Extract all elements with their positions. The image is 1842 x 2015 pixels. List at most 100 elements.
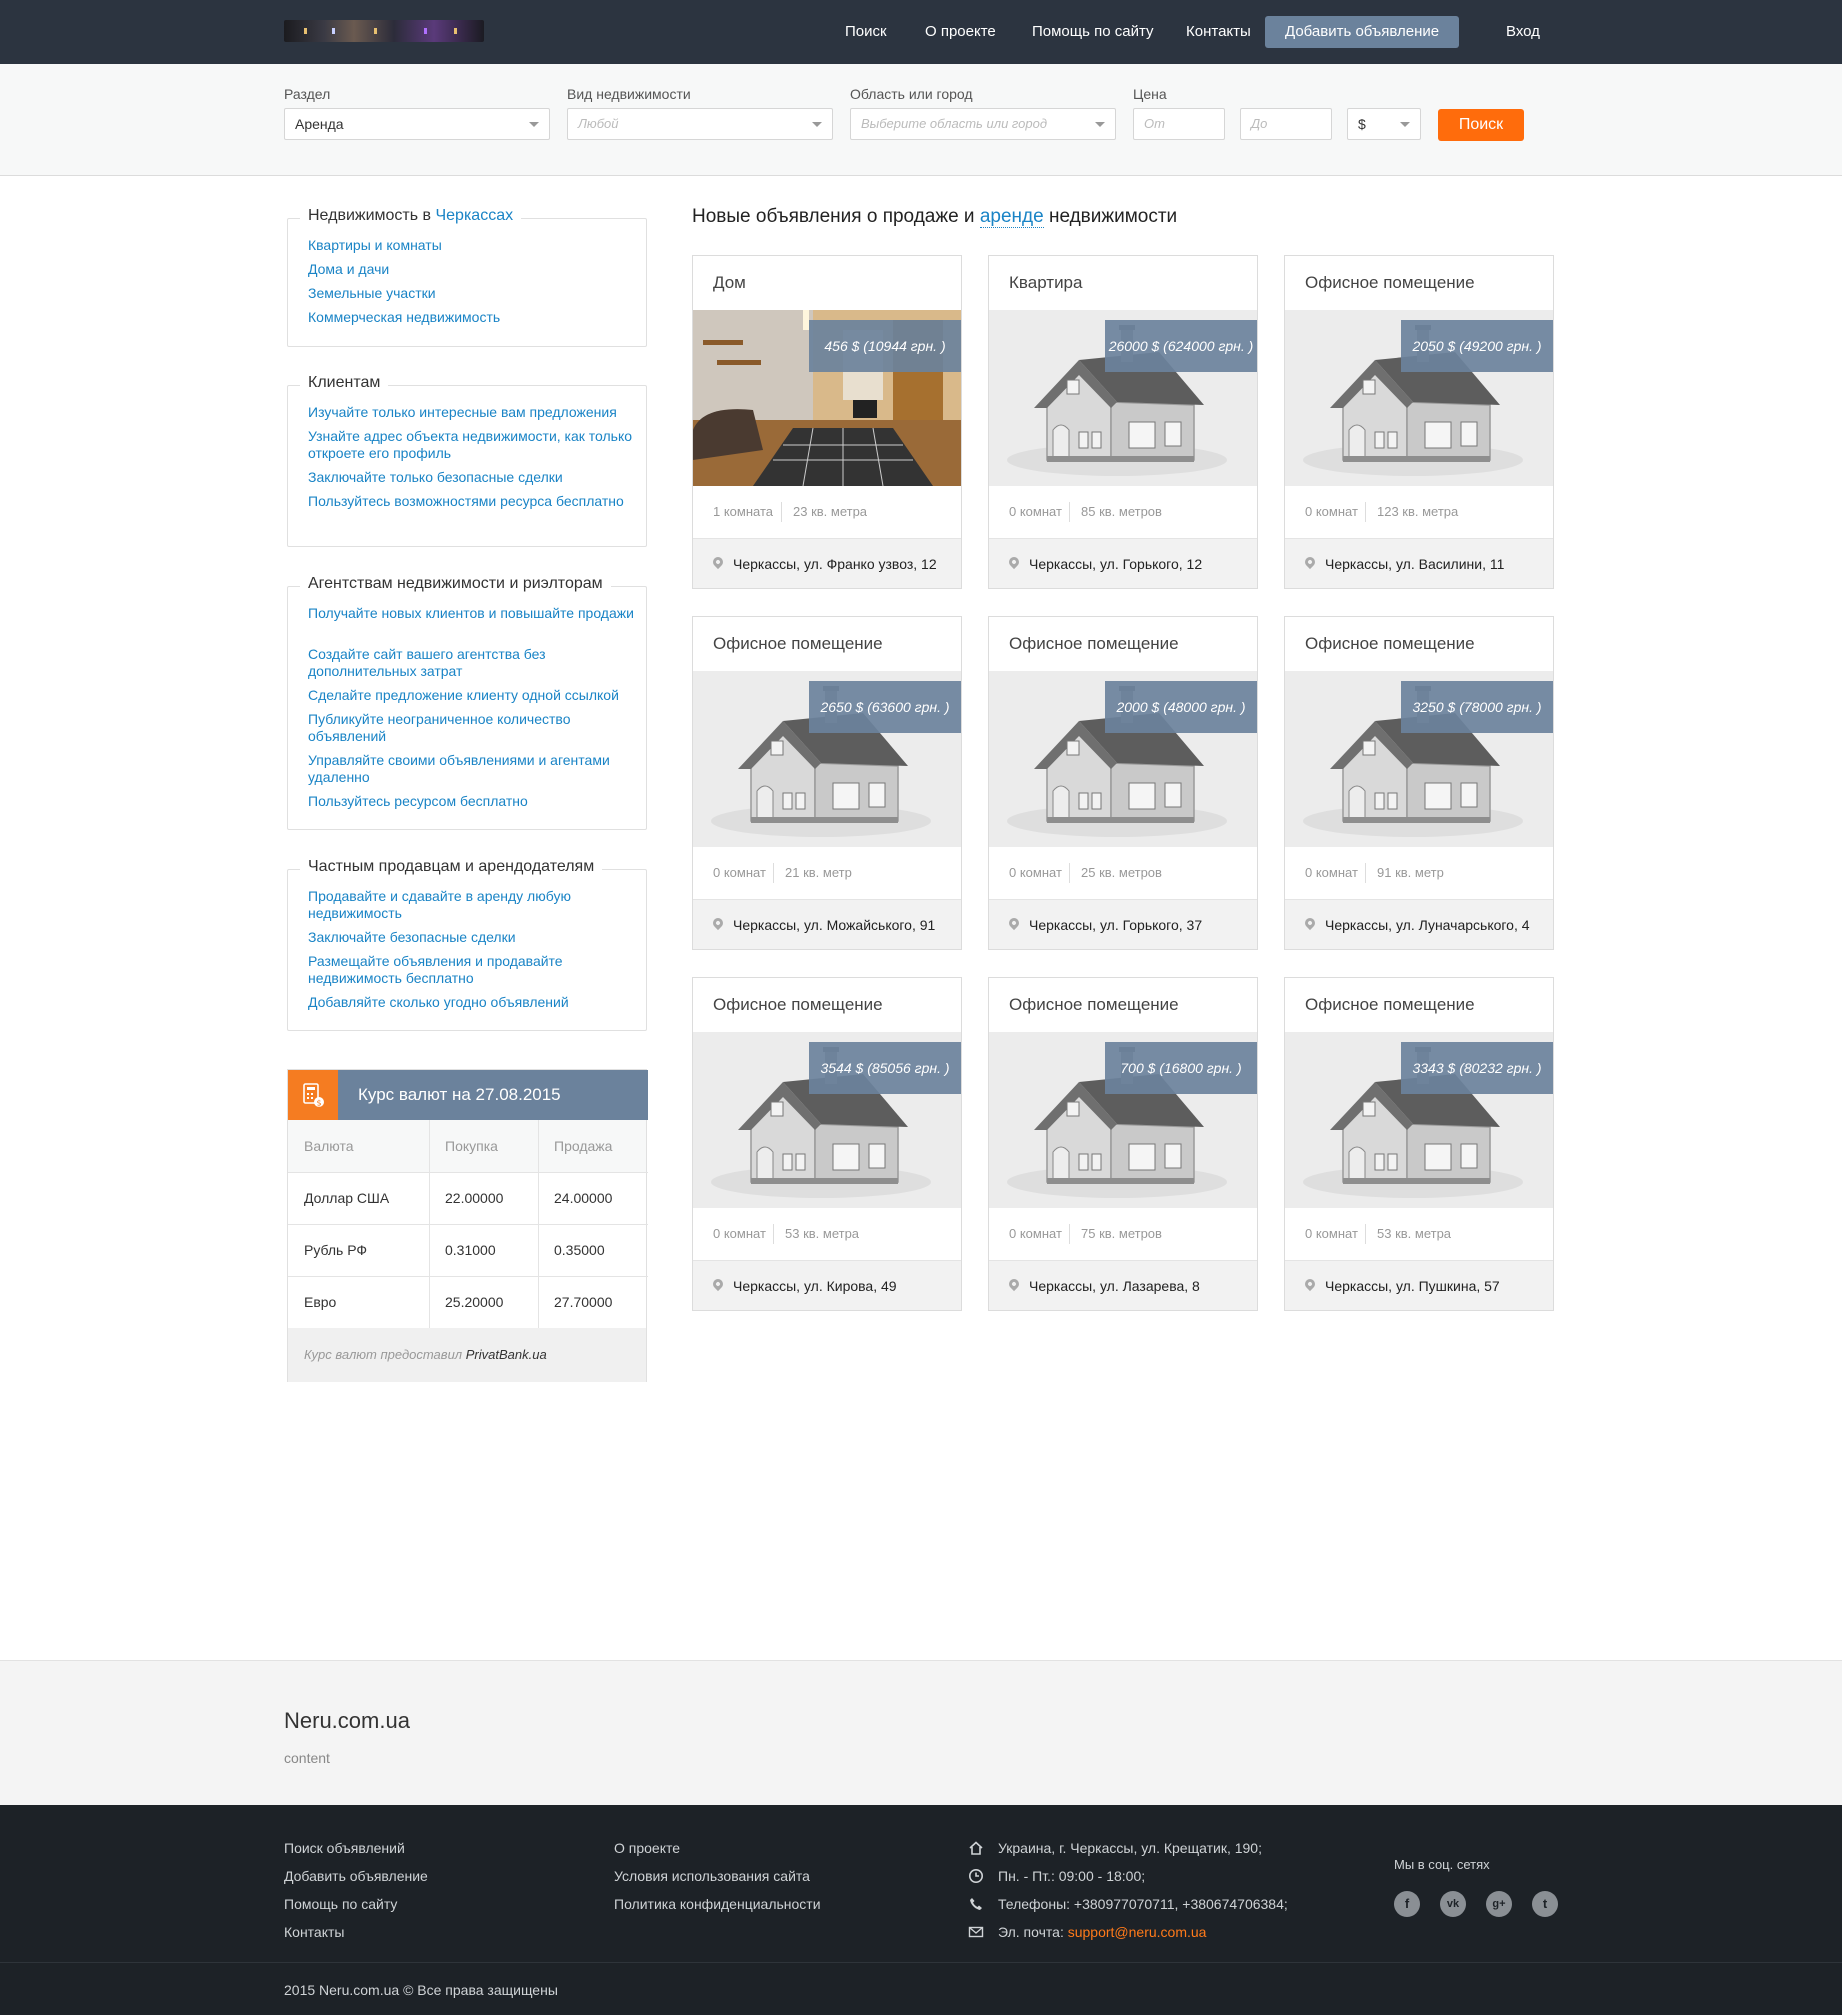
footer-link[interactable]: Контакты (284, 1924, 344, 1940)
listing-card[interactable]: Дом 456 $ (10944 грн. ) 1 комната 23 кв. ме… (692, 255, 962, 589)
listing-title[interactable]: Квартира (1009, 256, 1082, 310)
divider (288, 1172, 648, 1173)
sidebar-realty-city-link[interactable]: Черкассах (435, 207, 513, 224)
search-submit-button[interactable]: Поиск (1438, 109, 1524, 141)
divider (288, 1224, 648, 1225)
top-navbar: Поиск О проекте Помощь по сайту Контакты… (0, 0, 1842, 64)
nav-contacts[interactable]: Контакты (1186, 16, 1251, 48)
add-listing-button[interactable]: Добавить объявление (1265, 16, 1460, 48)
footer-link[interactable]: Поиск объявлений (284, 1840, 405, 1856)
rates-provider-link[interactable]: PrivatBank.ua (466, 1347, 547, 1362)
listing-photo[interactable]: 3544 $ (85056 грн. ) (693, 1032, 961, 1208)
listing-photo[interactable]: 3343 $ (80232 грн. ) (1285, 1032, 1553, 1208)
nav-help[interactable]: Помощь по сайту (1032, 16, 1154, 48)
footer-link[interactable]: Условия использования сайта (614, 1868, 810, 1884)
sidebar-link[interactable]: Публикуйте неограниченное количество объ… (308, 711, 638, 745)
sidebar-link[interactable]: Заключайте только безопасные сделки (308, 469, 638, 486)
listing-title[interactable]: Офисное помещение (713, 617, 883, 671)
listing-card[interactable]: Офисное помещение 3250 $ (78000 грн. ) 0 к… (1284, 616, 1554, 950)
region-select[interactable]: Выберите область или город (850, 108, 1116, 140)
listing-card[interactable]: Офисное помещение 700 $ (16800 грн. ) 0 ко… (988, 977, 1258, 1311)
footer-link[interactable]: Политика конфиденциальности (614, 1896, 821, 1912)
listing-card[interactable]: Офисное помещение 3343 $ (80232 грн. ) 0 к… (1284, 977, 1554, 1311)
section-select[interactable]: Аренда (284, 108, 550, 140)
sidebar-agencies-title: Агентствам недвижимости и риэлторам (300, 575, 611, 593)
listing-area: 21 кв. метр (785, 865, 852, 880)
facebook-icon[interactable]: f (1394, 1891, 1420, 1917)
sidebar-link[interactable]: Земельные участки (308, 285, 638, 302)
listing-title[interactable]: Офисное помещение (713, 978, 883, 1032)
sidebar-private-box: Частным продавцам и арендодателям Продав… (287, 858, 647, 1031)
sidebar-link[interactable]: Размещайте объявления и продавайте недви… (308, 953, 638, 987)
sidebar-link[interactable]: Продавайте и сдавайте в аренду любую нед… (308, 888, 638, 922)
listing-title[interactable]: Офисное помещение (1305, 978, 1475, 1032)
footer-email-link[interactable]: support@neru.com.ua (1068, 1924, 1207, 1940)
currency-select[interactable]: $ (1347, 108, 1421, 140)
rate-currency: Доллар США (304, 1190, 390, 1206)
listing-card[interactable]: Офисное помещение 2050 $ (49200 грн. ) 0 к… (1284, 255, 1554, 589)
sidebar-link[interactable]: Узнайте адрес объекта недвижимости, как … (308, 428, 638, 462)
listing-meta: 0 комнат 53 кв. метра (1285, 1208, 1553, 1260)
listing-photo[interactable]: 26000 $ (624000 грн. ) (989, 310, 1257, 486)
listings-heading-link[interactable]: аренде (979, 206, 1044, 228)
listing-card[interactable]: Офисное помещение 2650 $ (63600 грн. ) 0 к… (692, 616, 962, 950)
sidebar-link[interactable]: Получайте новых клиентов и повышайте про… (308, 605, 638, 622)
listing-card[interactable]: Офисное помещение 2000 $ (48000 грн. ) 0 к… (988, 616, 1258, 950)
listing-photo[interactable]: 700 $ (16800 грн. ) (989, 1032, 1257, 1208)
login-link[interactable]: Вход (1506, 16, 1540, 48)
sidebar-link[interactable]: Заключайте безопасные сделки (308, 929, 638, 946)
rates-title: Курс валют на 27.08.2015 (358, 1085, 561, 1104)
sidebar-link[interactable]: Изучайте только интересные вам предложен… (308, 404, 638, 421)
sidebar-link[interactable]: Создайте сайт вашего агентства без допол… (308, 646, 638, 680)
listing-title[interactable]: Офисное помещение (1305, 256, 1475, 310)
rates-col-buy: Покупка (429, 1120, 538, 1172)
vkontakte-icon[interactable]: vk (1440, 1891, 1466, 1917)
listing-address: Черкассы, ул. Василини, 11 (1285, 538, 1553, 588)
sidebar-link[interactable]: Сделайте предложение клиенту одной ссылк… (308, 687, 638, 704)
sidebar-link[interactable]: Пользуйтесь ресурсом бесплатно (308, 793, 638, 810)
listing-title[interactable]: Дом (713, 256, 746, 310)
footer-email: Эл. почта: support@neru.com.ua (998, 1924, 1207, 1940)
listing-area: 53 кв. метра (785, 1226, 860, 1241)
footer-link[interactable]: Помощь по сайту (284, 1896, 397, 1912)
nav-about[interactable]: О проекте (925, 16, 996, 48)
map-pin-icon (710, 1276, 726, 1292)
listing-address: Черкассы, ул. Пушкина, 57 (1285, 1260, 1553, 1310)
listing-title[interactable]: Офисное помещение (1009, 978, 1179, 1032)
rate-sell: 27.70000 (554, 1294, 613, 1310)
price-to-placeholder: До (1251, 116, 1268, 131)
listing-photo[interactable]: 456 $ (10944 грн. ) (693, 310, 961, 486)
footer-link[interactable]: Добавить объявление (284, 1868, 428, 1884)
listing-title[interactable]: Офисное помещение (1009, 617, 1179, 671)
listing-address: Черкассы, ул. Кирова, 49 (693, 1260, 961, 1310)
site-logo[interactable] (284, 20, 484, 42)
listing-photo[interactable]: 2050 $ (49200 грн. ) (1285, 310, 1553, 486)
promo-site-name: Neru.com.ua (284, 1708, 410, 1733)
sidebar-link[interactable]: Квартиры и комнаты (308, 237, 638, 254)
listing-card[interactable]: Квартира 26000 $ (624000 грн. ) 0 комнат 85… (988, 255, 1258, 589)
sidebar-link[interactable]: Коммерческая недвижимость (308, 309, 638, 326)
price-from-placeholder: От (1144, 116, 1165, 131)
price-from-input[interactable]: От (1133, 108, 1225, 140)
price-label: Цена (1133, 86, 1167, 102)
sidebar-link[interactable]: Управляйте своими объявлениями и агентам… (308, 752, 638, 786)
listing-photo[interactable]: 2650 $ (63600 грн. ) (693, 671, 961, 847)
listing-card[interactable]: Офисное помещение 3544 $ (85056 грн. ) 0 к… (692, 977, 962, 1311)
listing-area: 85 кв. метров (1081, 504, 1162, 519)
listing-price: 456 $ (10944 грн. ) (809, 320, 961, 372)
listing-title[interactable]: Офисное помещение (1305, 617, 1475, 671)
phone-icon (970, 1898, 982, 1910)
price-to-input[interactable]: До (1240, 108, 1332, 140)
twitter-icon[interactable]: t (1532, 1891, 1558, 1917)
footer-link[interactable]: О проекте (614, 1840, 680, 1856)
listing-photo[interactable]: 2000 $ (48000 грн. ) (989, 671, 1257, 847)
nav-search[interactable]: Поиск (845, 16, 887, 48)
sidebar-link[interactable]: Дома и дачи (308, 261, 638, 278)
type-select[interactable]: Любой (567, 108, 833, 140)
sidebar-link[interactable]: Пользуйтесь возможностями ресурса беспла… (308, 493, 638, 510)
sidebar-link[interactable]: Добавляйте сколько угодно объявлений (308, 994, 638, 1011)
listing-rooms: 0 комнат (1305, 504, 1358, 519)
listing-photo[interactable]: 3250 $ (78000 грн. ) (1285, 671, 1553, 847)
divider (1069, 863, 1070, 883)
google-plus-icon[interactable]: g+ (1486, 1891, 1512, 1917)
